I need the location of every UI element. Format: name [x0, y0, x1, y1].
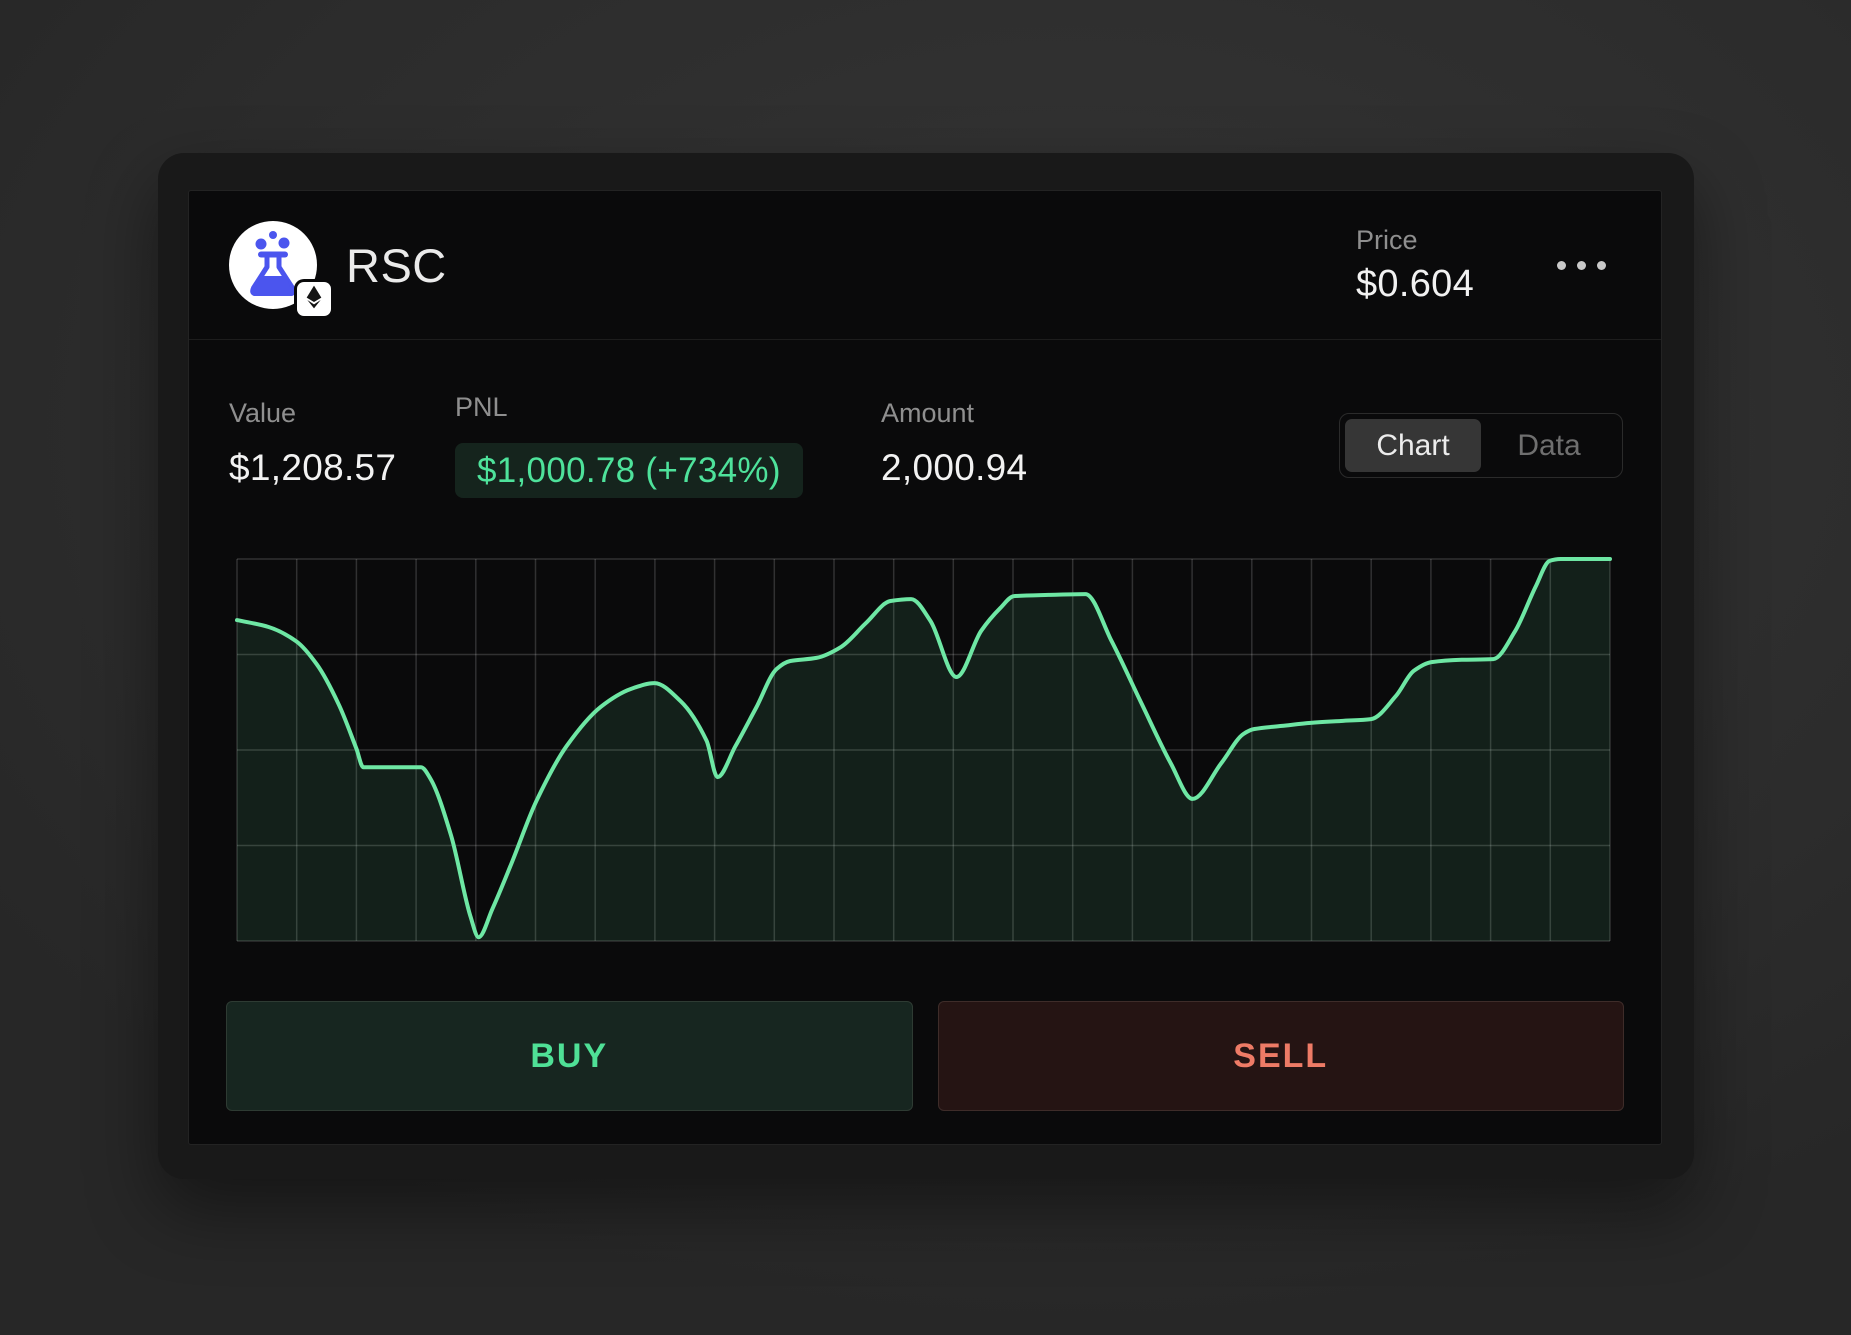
value-stat-value: $1,208.57 — [229, 447, 396, 489]
card-header: RSC Price $0.604 — [189, 191, 1661, 340]
price-block: Price $0.604 — [1356, 224, 1496, 306]
amount-stat: Amount 2,000.94 — [881, 397, 1027, 489]
ellipsis-dot — [1577, 261, 1586, 270]
token-card: RSC Price $0.604 Value $1,208.57 PNL — [158, 153, 1694, 1179]
price-label: Price — [1356, 224, 1496, 256]
pnl-stat-label: PNL — [455, 391, 803, 423]
ellipsis-dot — [1557, 261, 1566, 270]
card-panel: RSC Price $0.604 Value $1,208.57 PNL — [188, 190, 1662, 1145]
action-buttons: BUY SELL — [226, 1001, 1624, 1111]
value-stat: Value $1,208.57 — [229, 397, 396, 489]
token-avatar — [229, 221, 317, 309]
token-name: RSC — [346, 238, 447, 293]
ellipsis-dot — [1597, 261, 1606, 270]
pnl-stat-value: $1,000.78 (+734%) — [477, 451, 781, 491]
sell-button[interactable]: SELL — [938, 1001, 1625, 1111]
amount-stat-label: Amount — [881, 397, 1027, 429]
tab-chart[interactable]: Chart — [1345, 419, 1481, 472]
price-chart — [237, 559, 1610, 941]
tab-data[interactable]: Data — [1481, 419, 1617, 472]
value-stat-label: Value — [229, 397, 396, 429]
amount-stat-value: 2,000.94 — [881, 447, 1027, 489]
price-value: $0.604 — [1356, 263, 1496, 306]
ethereum-icon — [302, 284, 326, 315]
view-toggle: Chart Data — [1339, 413, 1623, 478]
flask-icon — [242, 230, 304, 301]
area-chart-svg — [237, 559, 1610, 941]
menu-button[interactable] — [1556, 243, 1606, 287]
eth-network-badge — [297, 282, 331, 316]
buy-button[interactable]: BUY — [226, 1001, 913, 1111]
pnl-stat: PNL $1,000.78 (+734%) — [455, 391, 803, 498]
pnl-badge: $1,000.78 (+734%) — [455, 443, 803, 498]
page-background: RSC Price $0.604 Value $1,208.57 PNL — [0, 0, 1851, 1335]
